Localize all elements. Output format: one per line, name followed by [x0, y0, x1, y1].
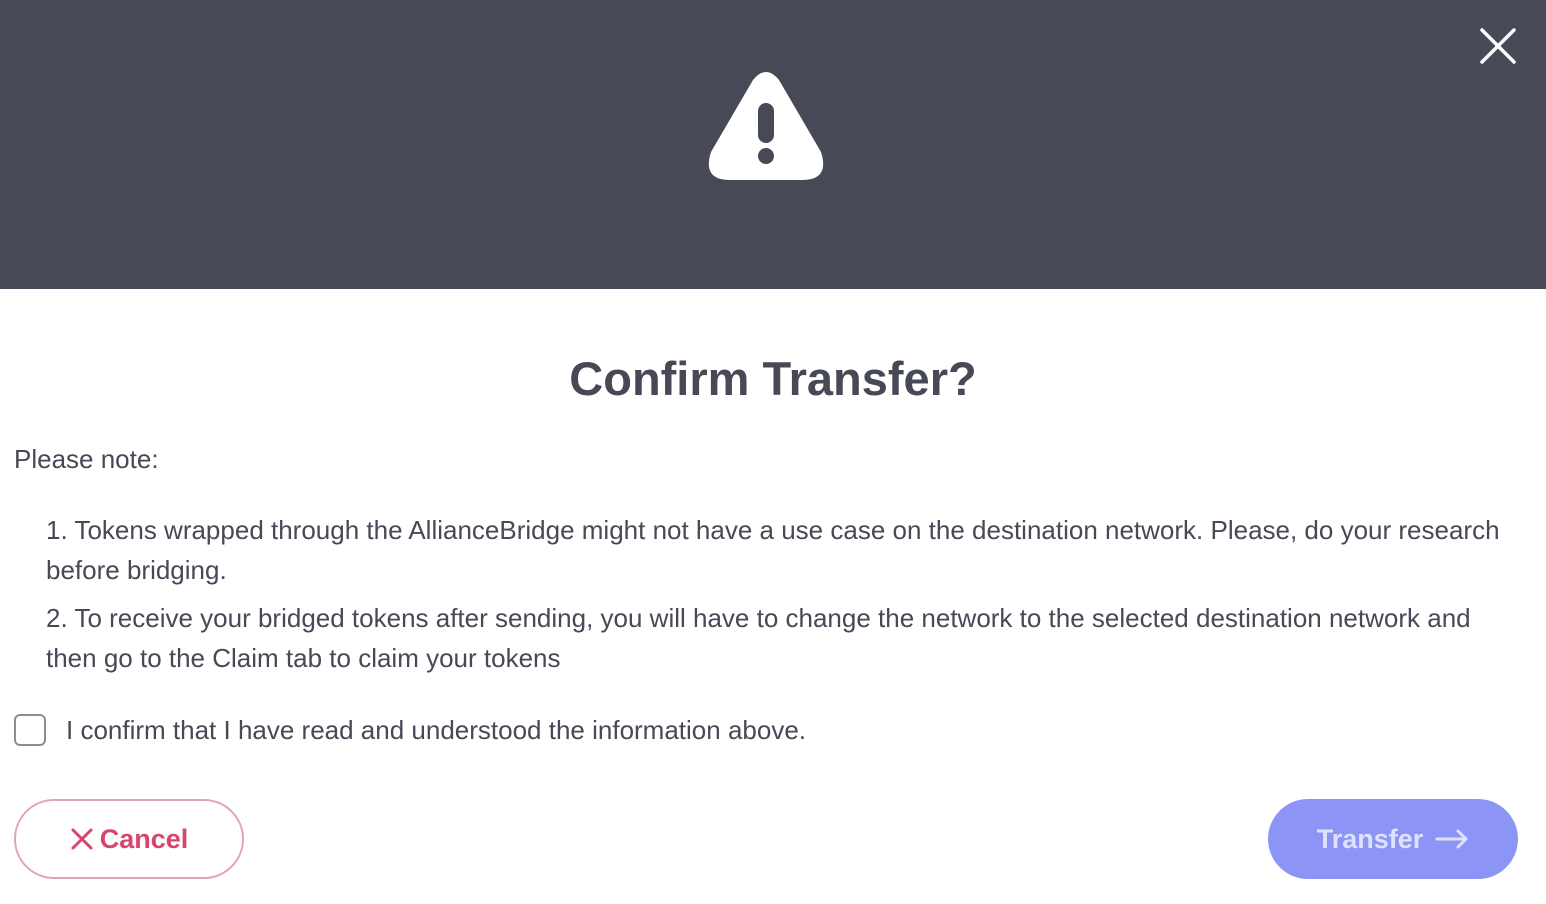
note-item: 1. Tokens wrapped through the AllianceBr… [46, 515, 1500, 585]
confirm-checkbox[interactable] [14, 714, 46, 746]
arrow-right-icon [1435, 829, 1468, 849]
note-item: 2. To receive your bridged tokens after … [46, 603, 1471, 673]
warning-icon [708, 72, 824, 180]
confirm-label: I confirm that I have read and understoo… [66, 715, 807, 745]
confirm-checkbox-row[interactable]: I confirm that I have read and understoo… [14, 713, 806, 747]
cancel-button[interactable]: Cancel [14, 799, 244, 879]
dialog-title: Confirm Transfer? [569, 352, 977, 405]
confirm-transfer-dialog: Confirm Transfer? Please note: 1. Tokens… [0, 0, 1546, 904]
close-icon[interactable] [1474, 22, 1522, 70]
transfer-label: Transfer [1316, 823, 1424, 854]
x-icon [71, 828, 93, 850]
note-label: Please note: [14, 444, 159, 474]
transfer-button[interactable]: Transfer [1268, 799, 1518, 879]
cancel-label: Cancel [99, 823, 189, 854]
dialog-header [0, 0, 1546, 289]
notes-list: 1. Tokens wrapped through the AllianceBr… [46, 510, 1506, 686]
